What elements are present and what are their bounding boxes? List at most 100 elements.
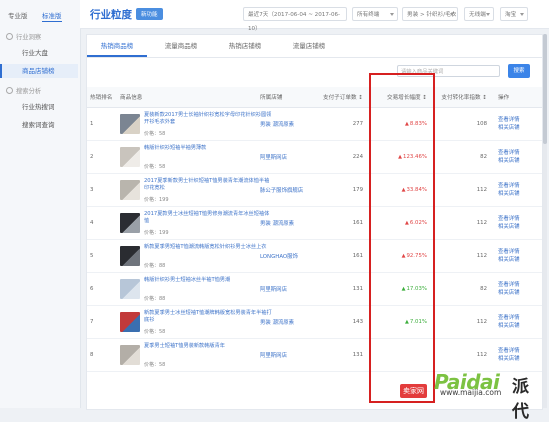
- product-title-link[interactable]: 韩版针织衫男士短袖冰丝半袖T恤男潮: [144, 277, 272, 284]
- related-shops-link[interactable]: 相关店铺: [498, 124, 539, 132]
- product-cell: 2017夏款男士冰丝短袖T恤男修身潮流青年冰丝短袖体恤 价格：199: [117, 206, 269, 240]
- conversion-cell: 82: [435, 272, 495, 306]
- ops-cell: 查看详情 相关店铺: [495, 305, 542, 339]
- rank-cell: 3: [87, 173, 117, 207]
- rank-cell: 7: [87, 305, 117, 339]
- related-shops-link[interactable]: 相关店铺: [498, 190, 539, 198]
- platform-select[interactable]: 淘宝: [500, 7, 528, 21]
- view-details-link[interactable]: 查看详情: [498, 281, 539, 289]
- related-shops-link[interactable]: 相关店铺: [498, 157, 539, 165]
- terminal-select[interactable]: 无线端: [464, 7, 494, 21]
- sidebar-item-product-shop-rank[interactable]: 商品店铺榜: [0, 64, 78, 78]
- edition-switch: 专业版 标准版: [0, 0, 80, 29]
- product-title-link[interactable]: 韩版针织衫短袖半袖男薄款: [144, 145, 272, 152]
- related-shops-link[interactable]: 相关店铺: [498, 355, 539, 363]
- rank-cell: 6: [87, 272, 117, 306]
- chevron-down-icon: [450, 13, 454, 16]
- product-thumbnail[interactable]: [120, 345, 140, 365]
- tab-hot-shops[interactable]: 热销店铺榜: [215, 35, 275, 57]
- sidebar-group-search: 搜索分析: [6, 86, 41, 95]
- col-conversion[interactable]: 支付转化率指数 ↕: [435, 87, 495, 108]
- sidebar: 行业洞察 行业大盘 商品店铺榜 搜索分析 行业热搜词 搜索词查询: [0, 28, 81, 408]
- table-row: 4 2017夏款男士冰丝短袖T恤男修身潮流青年冰丝短袖体恤 价格：199 男装 潮流原…: [87, 206, 542, 240]
- view-details-link[interactable]: 查看详情: [498, 248, 539, 256]
- ops-cell: 查看详情 相关店铺: [495, 107, 542, 141]
- product-title-link[interactable]: 2017夏季新款男士针织短袖T恤男装青年潮流体恤半袖印花宽松: [144, 178, 272, 192]
- scrollbar-thumb[interactable]: [543, 34, 547, 144]
- sidebar-item-search-query[interactable]: 搜索词查询: [0, 118, 78, 132]
- orders-cell: 131: [315, 272, 371, 306]
- product-price: 价格：88: [144, 296, 166, 302]
- product-thumbnail[interactable]: [120, 213, 140, 233]
- related-shops-link[interactable]: 相关店铺: [498, 223, 539, 231]
- category-select[interactable]: 男装 > 针织衫/毛衣: [402, 7, 458, 21]
- rank-cell: 4: [87, 206, 117, 240]
- product-thumbnail[interactable]: [120, 279, 140, 299]
- col-shop: 所属店铺: [257, 87, 315, 108]
- orders-cell: 179: [315, 173, 371, 207]
- orders-cell: 277: [315, 107, 371, 141]
- ops-cell: 查看详情 相关店铺: [495, 272, 542, 306]
- sidebar-item-industry-overview[interactable]: 行业大盘: [0, 46, 78, 60]
- device-select[interactable]: 所有终端: [352, 7, 398, 21]
- product-title-link[interactable]: 新款夏季男短袖T恤潮流韩版宽松针织衫男士冰丝上衣: [144, 244, 272, 251]
- table-row: 2 韩版针织衫短袖半袖男薄款 价格：58 阿里斯网店 224 ▲123.46% 82 查看详情…: [87, 140, 542, 174]
- search-button[interactable]: 搜索: [508, 64, 530, 78]
- table-header-row: 热销排名 商品信息 所属店铺 支付子订单数 ↕ 交易增长幅度 ↕ 支付转化率指数…: [87, 87, 542, 108]
- circle-icon: [6, 33, 13, 40]
- view-details-link[interactable]: 查看详情: [498, 182, 539, 190]
- view-details-link[interactable]: 查看详情: [498, 116, 539, 124]
- chevron-down-icon: [520, 13, 524, 16]
- table-row: 7 新款夏季男士冰丝短袖T恤潮牌韩版宽松男装青年半袖打底衫 价格：58 男装 潮流原素…: [87, 305, 542, 339]
- product-price: 价格：58: [144, 329, 166, 335]
- product-thumbnail[interactable]: [120, 312, 140, 332]
- related-shops-link[interactable]: 相关店铺: [498, 289, 539, 297]
- product-price: 价格：199: [144, 197, 169, 203]
- product-title-link[interactable]: 夏装新款2017男士长袖针织衫宽松字母印花针织衫圆领开衫毛衣外套: [144, 112, 272, 126]
- product-title-link[interactable]: 夏季男士短袖T恤男装新款韩版青年: [144, 343, 272, 350]
- table-row: 6 韩版针织衫男士短袖冰丝半袖T恤男潮 价格：88 阿里斯网店 131 ▲17.03% 82…: [87, 272, 542, 306]
- col-product: 商品信息: [117, 87, 257, 108]
- view-details-link[interactable]: 查看详情: [498, 347, 539, 355]
- product-price: 价格：58: [144, 131, 166, 137]
- circle-icon: [6, 87, 13, 94]
- ops-cell: 查看详情 相关店铺: [495, 338, 542, 372]
- product-cell: 韩版针织衫男士短袖冰丝半袖T恤男潮 价格：88: [117, 272, 257, 306]
- product-price: 价格：88: [144, 263, 166, 269]
- watermark-brand-cn: 派代: [512, 377, 529, 422]
- product-thumbnail[interactable]: [120, 114, 140, 134]
- conversion-cell: 108: [435, 107, 495, 141]
- page-title: 行业粒度: [90, 9, 132, 21]
- sidebar-item-hot-search[interactable]: 行业热搜词: [0, 100, 78, 114]
- date-range-picker[interactable]: 最近7天（2017-06-04 ~ 2017-06-10）: [243, 7, 347, 32]
- chevron-down-icon: [486, 13, 490, 16]
- related-shops-link[interactable]: 相关店铺: [498, 322, 539, 330]
- table-row: 3 2017夏季新款男士针织短袖T恤男装青年潮流体恤半袖印花宽松 价格：199 脉公子…: [87, 173, 542, 207]
- product-thumbnail[interactable]: [120, 147, 140, 167]
- scrollbar[interactable]: [543, 34, 547, 408]
- product-title-link[interactable]: 新款夏季男士冰丝短袖T恤潮牌韩版宽松男装青年半袖打底衫: [144, 310, 272, 324]
- product-title-link[interactable]: 2017夏款男士冰丝短袖T恤男修身潮流青年冰丝短袖体恤: [144, 211, 272, 225]
- ops-cell: 查看详情 相关店铺: [495, 239, 542, 273]
- col-ops: 操作: [495, 87, 542, 108]
- rank-cell: 1: [87, 107, 117, 141]
- edition-pro[interactable]: 专业版: [8, 10, 28, 20]
- edition-standard[interactable]: 标准版: [42, 10, 62, 22]
- orders-cell: 161: [315, 239, 371, 273]
- product-thumbnail[interactable]: [120, 180, 140, 200]
- product-cell: 新款夏季男士冰丝短袖T恤潮牌韩版宽松男装青年半袖打底衫价格：58: [117, 305, 272, 339]
- col-orders[interactable]: 支付子订单数 ↕: [315, 87, 371, 108]
- related-shops-link[interactable]: 相关店铺: [498, 256, 539, 264]
- product-thumbnail[interactable]: [120, 246, 140, 266]
- header-bar: 行业粒度 新功能 最近7天（2017-06-04 ~ 2017-06-10） 所…: [80, 0, 549, 32]
- table-row: 5 新款夏季男短袖T恤潮流韩版宽松针织衫男士冰丝上衣 价格：88 LONGHAO服饰 1…: [87, 239, 542, 273]
- view-details-link[interactable]: 查看详情: [498, 149, 539, 157]
- tab-traffic-products[interactable]: 流量商品榜: [151, 35, 211, 57]
- new-feature-badge: 新功能: [136, 8, 163, 20]
- tab-hot-products[interactable]: 热销商品榜: [87, 35, 147, 57]
- table-row: 8 夏季男士短袖T恤男装新款韩版青年 价格：58 阿里斯网店 131 112 查看详情 相关店…: [87, 338, 542, 372]
- orders-cell: 143: [315, 305, 371, 339]
- tab-traffic-shops[interactable]: 流量店铺榜: [279, 35, 339, 57]
- view-details-link[interactable]: 查看详情: [498, 314, 539, 322]
- view-details-link[interactable]: 查看详情: [498, 215, 539, 223]
